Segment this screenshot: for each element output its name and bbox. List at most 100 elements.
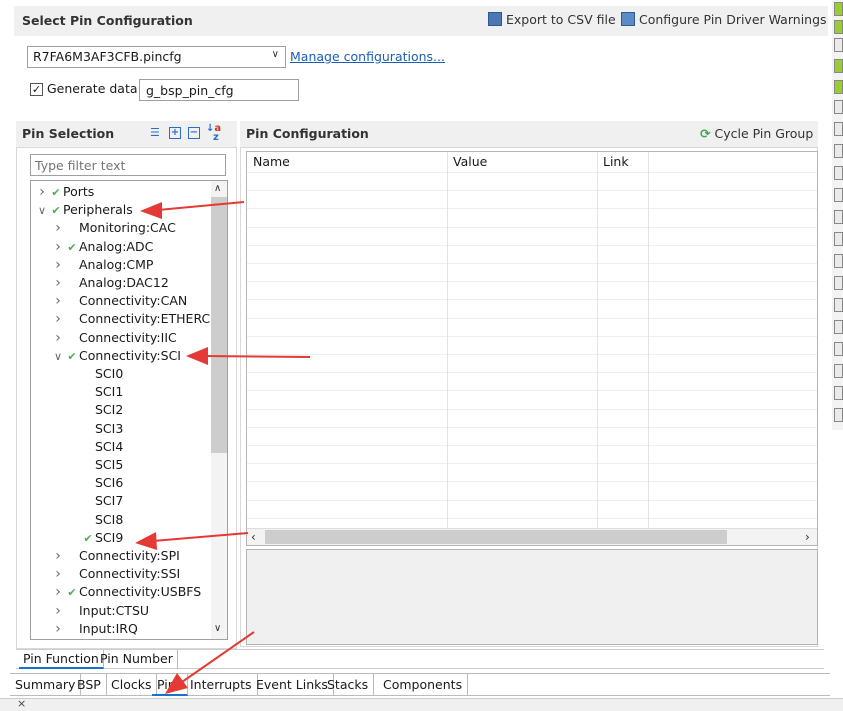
collapse-icon[interactable]: − [188, 127, 200, 139]
cycle-pin-group-button[interactable]: ⟳ Cycle Pin Group [700, 126, 813, 141]
cycle-icon: ⟳ [700, 126, 711, 141]
scroll-thumb[interactable] [211, 197, 227, 453]
tree-item[interactable]: › ✔ Connectivity:USBFS [31, 583, 201, 601]
table-row [247, 190, 817, 192]
tab-components[interactable]: Components [378, 674, 469, 696]
palette-icon[interactable] [834, 2, 843, 16]
chevron-down-icon[interactable]: ∨ [51, 348, 65, 366]
tree-item-label: Analog:CMP [79, 256, 154, 272]
chevron-right-icon[interactable]: › [51, 620, 65, 638]
scroll-left-icon[interactable]: ‹ [251, 530, 256, 544]
tab-pin-number[interactable]: Pin Number [96, 650, 178, 669]
tab-summary[interactable]: Summary [10, 674, 82, 696]
tree-item[interactable]: SCI1 [31, 383, 123, 401]
configure-warnings-button[interactable]: Configure Pin Driver Warnings [621, 12, 827, 27]
tree-item[interactable]: SCI4 [31, 438, 123, 456]
palette-icon[interactable] [834, 59, 843, 73]
palette-icon[interactable] [834, 80, 843, 94]
palette-icon[interactable] [834, 342, 843, 356]
palette-icon[interactable] [834, 122, 843, 136]
scroll-down-icon[interactable]: ∨ [214, 623, 221, 634]
tree-item[interactable]: ∨ ✔ Peripherals [31, 201, 133, 219]
tree-item[interactable]: › Connectivity:CAN [31, 292, 187, 310]
chevron-right-icon[interactable]: › [51, 274, 65, 292]
palette-icon[interactable] [834, 320, 843, 334]
close-icon[interactable]: × [17, 697, 26, 710]
chevron-right-icon[interactable]: › [51, 310, 65, 328]
chevron-right-icon[interactable]: › [51, 565, 65, 583]
tree-scrollbar[interactable]: ∧ ∨ [211, 181, 227, 639]
chevron-right-icon[interactable]: › [51, 583, 65, 601]
tree-item[interactable]: › Input:IRQ [31, 620, 138, 638]
table-row [247, 208, 817, 210]
table-row [247, 281, 817, 283]
palette-icon[interactable] [834, 254, 843, 268]
tree-item[interactable]: SCI6 [31, 474, 123, 492]
table-hscrollbar[interactable]: ‹ › [247, 528, 817, 545]
tree-item[interactable]: › Connectivity:ETHERC [31, 310, 210, 328]
tree-item[interactable]: › ✔ Ports [31, 183, 94, 201]
chevron-right-icon[interactable]: › [51, 238, 65, 256]
tree-item[interactable]: ✔ SCI9 [31, 529, 123, 547]
chevron-right-icon[interactable]: › [51, 602, 65, 620]
tree-item[interactable]: SCI5 [31, 456, 123, 474]
tree-item[interactable]: ∨ ✔ Connectivity:SCI [31, 347, 181, 365]
palette-icon[interactable] [834, 232, 843, 246]
chevron-right-icon[interactable]: › [35, 183, 49, 201]
tree-item[interactable]: › Input:CTSU [31, 602, 149, 620]
tab-pin-function-label: Pin Function [23, 651, 99, 666]
generate-data-checkbox[interactable]: ✓ [30, 83, 43, 96]
palette-icon[interactable] [834, 386, 843, 400]
palette-icon[interactable] [834, 188, 843, 202]
tab-interrupts[interactable]: Interrupts [185, 674, 258, 696]
tree-item[interactable]: › Connectivity:SSI [31, 565, 180, 583]
scroll-right-icon[interactable]: › [805, 530, 810, 544]
tree-item[interactable]: › Connectivity:SPI [31, 547, 180, 565]
expand-all-icon[interactable]: + [169, 127, 181, 139]
tree-item[interactable]: › Monitoring:CAC [31, 219, 176, 237]
palette-icon[interactable] [834, 38, 843, 52]
chevron-right-icon[interactable]: › [51, 547, 65, 565]
chevron-down-icon[interactable]: ∨ [35, 202, 49, 220]
palette-icon[interactable] [834, 210, 843, 224]
chevron-right-icon[interactable]: › [51, 219, 65, 237]
generate-data-input[interactable]: g_bsp_pin_cfg [139, 79, 299, 101]
tab-pins[interactable]: Pins [152, 674, 189, 696]
export-csv-button[interactable]: Export to CSV file [488, 12, 616, 27]
tree-item[interactable]: › Connectivity:IIC [31, 329, 177, 347]
palette-icon[interactable] [834, 144, 843, 158]
hscroll-thumb[interactable] [265, 530, 727, 544]
palette-icon[interactable] [834, 20, 843, 34]
tab-label: Components [383, 677, 463, 692]
tree-item[interactable]: SCI8 [31, 511, 123, 529]
scroll-up-icon[interactable]: ∧ [214, 183, 221, 194]
tree-item[interactable]: SCI3 [31, 420, 123, 438]
chevron-right-icon[interactable]: › [51, 292, 65, 310]
palette-icon[interactable] [834, 408, 843, 422]
tree-item[interactable]: › Analog:CMP [31, 256, 153, 274]
tree-item[interactable]: SCI0 [31, 365, 123, 383]
tree-item[interactable]: › Analog:DAC12 [31, 274, 169, 292]
config-file-combo[interactable]: R7FA6M3AF3CFB.pincfg ∨ [27, 46, 286, 68]
tab-bsp[interactable]: BSP [72, 674, 107, 696]
tree-item[interactable]: SCI2 [31, 401, 123, 419]
filter-text-field[interactable] [31, 155, 225, 175]
manage-configurations-link[interactable]: Manage configurations... [290, 49, 445, 64]
collapse-all-icon[interactable]: ☰ [150, 127, 162, 139]
palette-icon[interactable] [834, 100, 843, 114]
chevron-right-icon[interactable]: › [51, 329, 65, 347]
tab-clocks[interactable]: Clocks [106, 674, 158, 696]
sort-alpha-icon[interactable]: ↓a z [206, 124, 221, 143]
tab-pin-function[interactable]: Pin Function [19, 650, 104, 669]
palette-icon[interactable] [834, 364, 843, 378]
palette-icon[interactable] [834, 166, 843, 180]
tree-item[interactable]: SCI7 [31, 492, 123, 510]
palette-icon[interactable] [834, 298, 843, 312]
chevron-right-icon[interactable]: › [51, 256, 65, 274]
filter-input[interactable] [30, 154, 226, 176]
palette-icon[interactable] [834, 276, 843, 290]
table-row [247, 445, 817, 446]
tab-stacks[interactable]: Stacks [322, 674, 375, 696]
tree-item-label: SCI7 [95, 493, 124, 509]
tree-item[interactable]: › ✔ Analog:ADC [31, 238, 153, 256]
